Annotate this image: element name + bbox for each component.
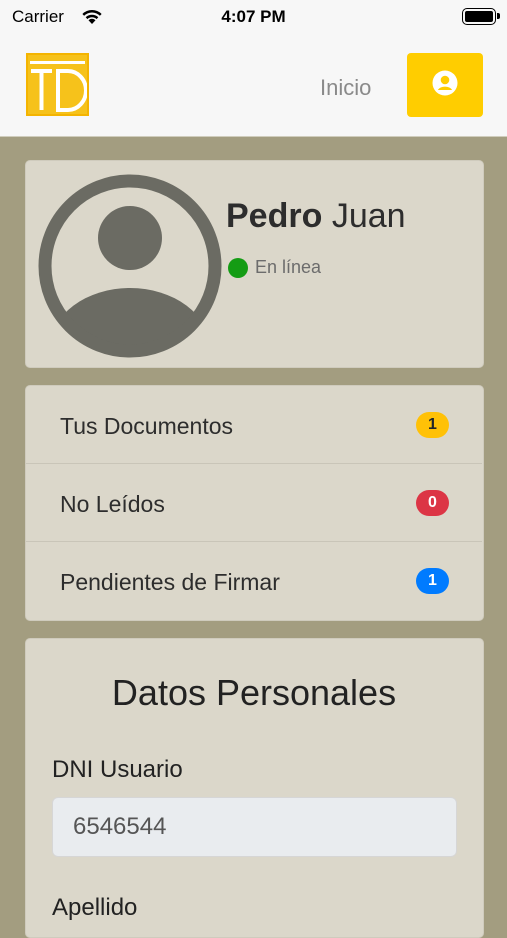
app-logo[interactable] [26,53,89,116]
count-badge: 0 [416,490,449,516]
clock: 4:07 PM [221,7,286,26]
avatar [37,173,223,359]
online-status-text: En línea [255,257,322,277]
status-bar: Carrier 4:07 PM [0,0,507,33]
profile-first-name: Pedro [226,197,323,235]
menu-item-pendientes-firmar[interactable]: Pendientes de Firmar 1 [26,542,482,620]
section-title: Datos Personales [111,672,397,713]
count-badge: 1 [416,568,449,594]
menu-item-no-leidos[interactable]: No Leídos 0 [26,464,482,542]
menu-item-label: No Leídos [60,491,165,517]
online-status: En línea [228,257,321,278]
apellido-label: Apellido [52,894,138,921]
dni-field[interactable] [52,797,457,857]
dni-label: DNI Usuario [52,756,183,783]
profile-name: Pedro Juan [226,197,406,236]
online-dot-icon [228,257,248,278]
menu-item-label: Tus Documentos [60,413,233,439]
user-circle-icon [432,70,458,101]
profile-last-name: Juan [331,197,406,235]
navbar: Inicio [0,33,507,137]
menu-item-tus-documentos[interactable]: Tus Documentos 1 [26,386,482,464]
user-menu-button[interactable] [407,53,483,117]
menu-item-label: Pendientes de Firmar [60,569,280,595]
battery-icon [462,8,500,25]
count-badge: 1 [416,412,449,438]
nav-inicio-link[interactable]: Inicio [320,75,371,101]
documents-menu: Tus Documentos 1 No Leídos 0 Pendientes … [25,385,484,621]
profile-card: Pedro Juan En línea [25,160,484,368]
personal-data-card: Datos Personales DNI Usuario Apellido [25,638,484,938]
